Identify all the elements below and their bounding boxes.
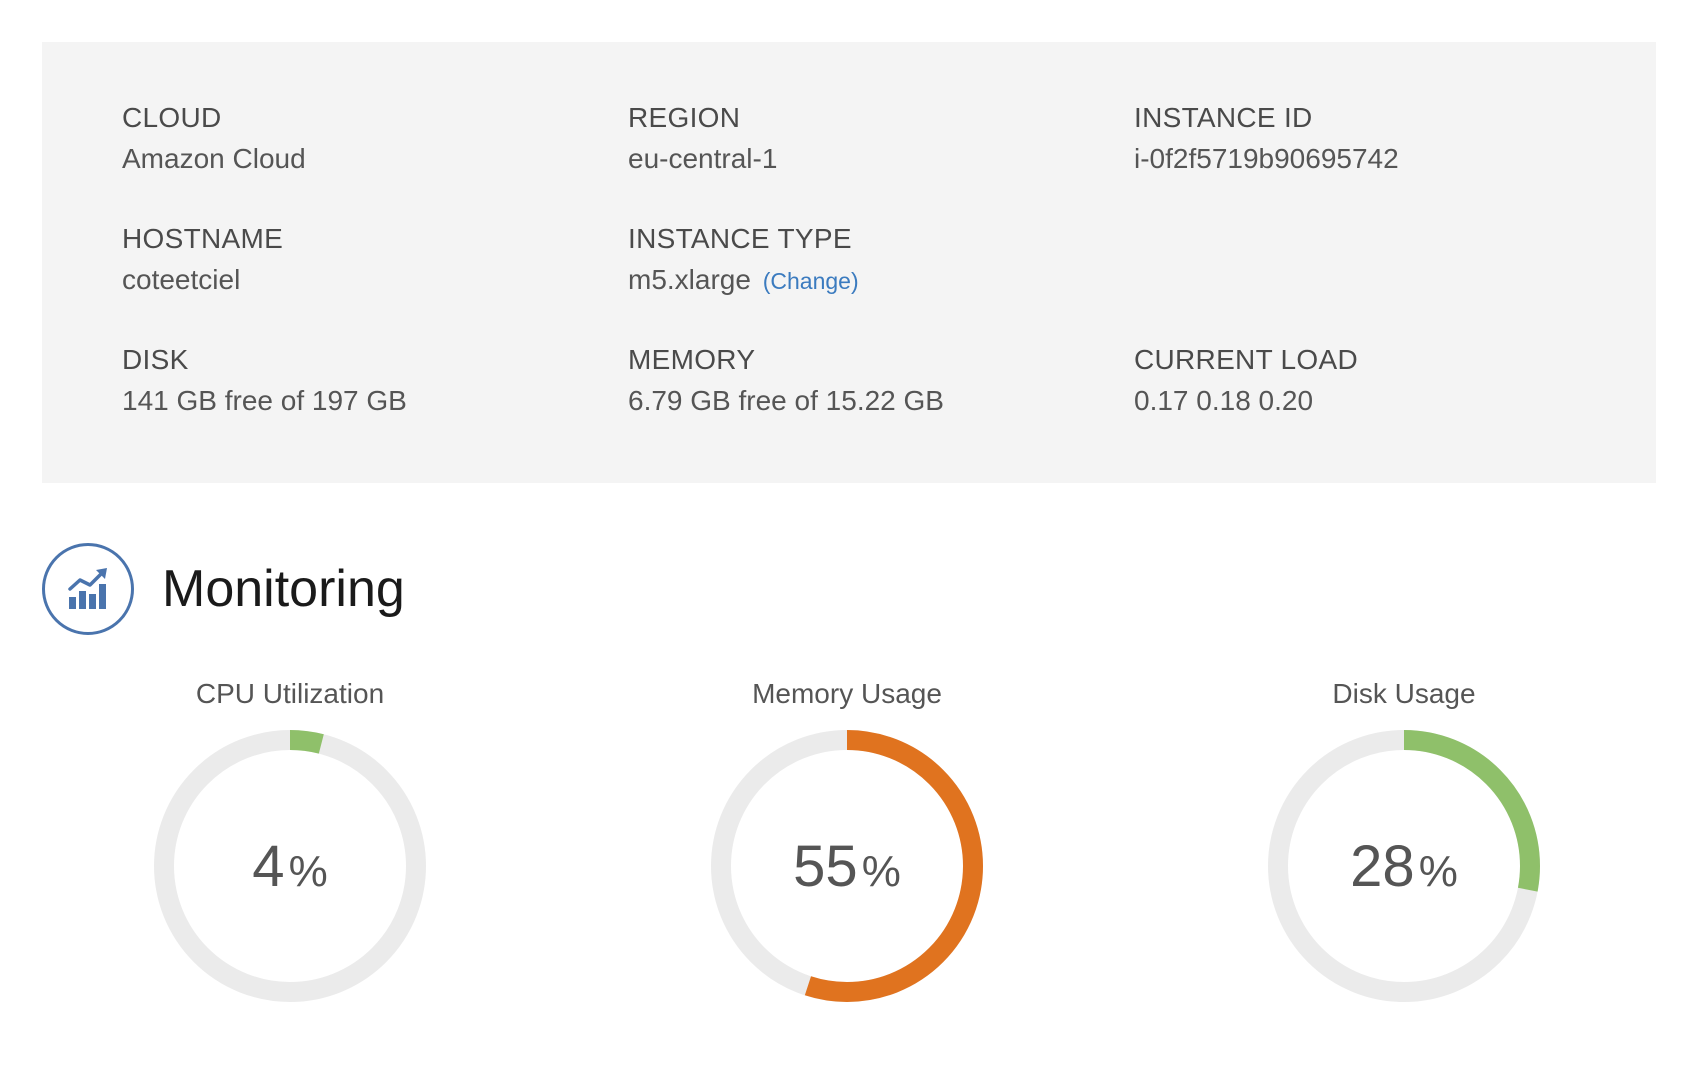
current-load-value: 0.17 0.18 0.20 xyxy=(1134,385,1314,416)
memory-info: MEMORY 6.79 GB free of 15.22 GB xyxy=(628,342,944,419)
instance-type-label: INSTANCE TYPE xyxy=(628,223,852,254)
memory-value: 6.79 GB free of 15.22 GB xyxy=(628,385,944,416)
memory-label: MEMORY xyxy=(628,344,756,375)
gauge-value: 28% xyxy=(1350,834,1458,899)
change-instance-type-link[interactable]: (Change) xyxy=(763,268,859,294)
gauge-value: 4% xyxy=(252,834,327,899)
region-label: REGION xyxy=(628,102,741,133)
cpu-utilization-gauge: CPU Utilization 4% xyxy=(140,676,440,1002)
current-load-info: CURRENT LOAD 0.17 0.18 0.20 xyxy=(1134,342,1358,419)
cloud-info: CLOUD Amazon Cloud xyxy=(122,100,306,177)
instance-info-panel: CLOUD Amazon Cloud REGION eu-central-1 I… xyxy=(42,42,1656,483)
region-value: eu-central-1 xyxy=(628,143,778,174)
region-info: REGION eu-central-1 xyxy=(628,100,777,177)
instance-type-info: INSTANCE TYPE m5.xlarge (Change) xyxy=(628,221,859,299)
cloud-label: CLOUD xyxy=(122,102,222,133)
monitoring-title: Monitoring xyxy=(162,560,405,618)
gauge-ring: 55% xyxy=(711,730,983,1002)
gauge-ring: 28% xyxy=(1268,730,1540,1002)
bar-chart-trend-icon xyxy=(42,543,134,635)
disk-usage-gauge: Disk Usage 28% xyxy=(1254,676,1554,1002)
instance-id-info: INSTANCE ID i-0f2f5719b90695742 xyxy=(1134,100,1399,177)
disk-info: DISK 141 GB free of 197 GB xyxy=(122,342,407,419)
gauge-title: CPU Utilization xyxy=(195,678,385,709)
hostname-label: HOSTNAME xyxy=(122,223,284,254)
hostname-info: HOSTNAME coteetciel xyxy=(122,221,283,298)
disk-label: DISK xyxy=(122,344,189,375)
instance-type-row: m5.xlarge (Change) xyxy=(628,262,859,299)
gauge-value: 55% xyxy=(793,834,901,899)
memory-usage-gauge: Memory Usage 55% xyxy=(697,676,997,1002)
hostname-value: coteetciel xyxy=(122,264,241,295)
instance-type-value: m5.xlarge xyxy=(628,264,751,295)
gauge-ring: 4% xyxy=(154,730,426,1002)
current-load-label: CURRENT LOAD xyxy=(1134,344,1359,375)
gauge-title: Memory Usage xyxy=(752,678,942,709)
instance-id-label: INSTANCE ID xyxy=(1134,102,1313,133)
gauge-title: Disk Usage xyxy=(1332,678,1476,709)
cloud-value: Amazon Cloud xyxy=(122,143,306,174)
disk-value: 141 GB free of 197 GB xyxy=(122,385,407,416)
instance-id-value: i-0f2f5719b90695742 xyxy=(1134,143,1399,174)
